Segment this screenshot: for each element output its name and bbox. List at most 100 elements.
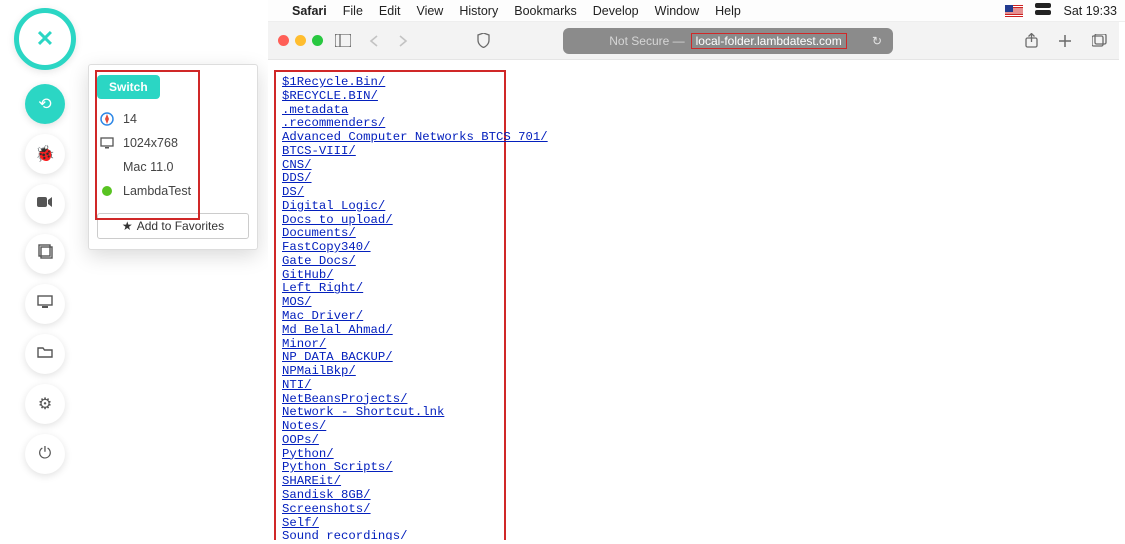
dir-link[interactable]: Python/ — [282, 448, 498, 462]
dir-link[interactable]: NetBeansProjects/ — [282, 393, 498, 407]
dir-link[interactable]: Sound recordings/ — [282, 530, 498, 540]
folder-icon — [37, 345, 53, 363]
os-row: Mac 11.0 — [97, 155, 249, 179]
dir-link[interactable]: Minor/ — [282, 338, 498, 352]
switch-config-button[interactable]: ⟲ — [25, 84, 65, 124]
gallery-button[interactable] — [25, 234, 65, 274]
power-icon: ⏻ — [39, 445, 52, 463]
resolution-icon — [99, 137, 115, 149]
menu-file[interactable]: File — [343, 4, 363, 18]
menubar-app-name[interactable]: Safari — [292, 4, 327, 18]
menu-history[interactable]: History — [459, 4, 498, 18]
menubar-clock[interactable]: Sat 19:33 — [1063, 4, 1117, 18]
menu-help[interactable]: Help — [715, 4, 741, 18]
dir-link[interactable]: NPMailBkp/ — [282, 365, 498, 379]
minimize-window-dot[interactable] — [295, 35, 306, 46]
end-session-button[interactable]: ⏻ — [25, 434, 65, 474]
menu-view[interactable]: View — [416, 4, 443, 18]
zoom-window-dot[interactable] — [312, 35, 323, 46]
dir-link[interactable]: NTI/ — [282, 379, 498, 393]
control-center-icon[interactable] — [1035, 3, 1051, 18]
left-tool-rail: ✕ ⟲ 🐞 ⚙ ⏻ — [0, 0, 90, 544]
menu-window[interactable]: Window — [655, 4, 699, 18]
close-window-dot[interactable] — [278, 35, 289, 46]
dir-link[interactable]: Sandisk 8GB/ — [282, 489, 498, 503]
browser-version-value: 14 — [123, 112, 137, 126]
status-indicator-icon — [99, 186, 115, 196]
dir-link[interactable]: $1Recycle.Bin/ — [282, 76, 498, 90]
gallery-icon — [38, 244, 53, 264]
dir-link[interactable]: OOPs/ — [282, 434, 498, 448]
gear-icon: ⚙ — [38, 394, 52, 414]
window-traffic-lights[interactable] — [278, 35, 323, 46]
safari-window: Not Secure — local-folder.lambdatest.com… — [268, 22, 1119, 540]
safari-icon — [99, 112, 115, 126]
dir-link[interactable]: DDS/ — [282, 172, 498, 186]
close-session-button[interactable]: ✕ — [14, 8, 76, 70]
provider-row: LambdaTest — [97, 179, 249, 203]
dir-link[interactable]: Documents/ — [282, 227, 498, 241]
not-secure-label: Not Secure — — [609, 34, 684, 48]
sidebar-toggle-button[interactable] — [333, 31, 353, 51]
browser-version-row: 14 — [97, 107, 249, 131]
dir-link[interactable]: BTCS-VIII/ — [282, 145, 498, 159]
input-source-flag-icon[interactable] — [1005, 5, 1023, 17]
monitor-icon — [37, 295, 53, 314]
dir-link[interactable]: SHAREit/ — [282, 475, 498, 489]
bug-report-button[interactable]: 🐞 — [25, 134, 65, 174]
share-button[interactable] — [1021, 31, 1041, 51]
settings-button[interactable]: ⚙ — [25, 384, 65, 424]
menu-edit[interactable]: Edit — [379, 4, 401, 18]
nav-forward-button[interactable] — [393, 31, 413, 51]
dir-link[interactable]: GitHub/ — [282, 269, 498, 283]
tab-overview-button[interactable] — [1089, 31, 1109, 51]
video-record-button[interactable] — [25, 184, 65, 224]
devtools-button[interactable] — [25, 284, 65, 324]
dir-link[interactable]: Docs to upload/ — [282, 214, 498, 228]
dir-link[interactable]: Network - Shortcut.lnk — [282, 406, 498, 420]
dir-link[interactable]: Python Scripts/ — [282, 461, 498, 475]
dir-link[interactable]: Screenshots/ — [282, 503, 498, 517]
favorites-label: Add to Favorites — [137, 219, 224, 233]
safari-toolbar: Not Secure — local-folder.lambdatest.com… — [268, 22, 1119, 60]
provider-value: LambdaTest — [123, 184, 191, 198]
add-to-favorites-button[interactable]: ★ Add to Favorites — [97, 213, 249, 239]
address-bar[interactable]: Not Secure — local-folder.lambdatest.com… — [563, 28, 893, 54]
dir-link[interactable]: MOS/ — [282, 296, 498, 310]
dir-link[interactable]: Notes/ — [282, 420, 498, 434]
dir-link[interactable]: Advanced Computer Networks BTCS 701/ — [282, 131, 498, 145]
privacy-shield-button[interactable] — [473, 31, 493, 51]
dir-link[interactable]: DS/ — [282, 186, 498, 200]
reload-button[interactable]: ↻ — [867, 31, 887, 51]
dir-link[interactable]: Digital Logic/ — [282, 200, 498, 214]
dir-link[interactable]: .recommenders/ — [282, 117, 498, 131]
new-tab-button[interactable] — [1055, 31, 1075, 51]
resolution-row: 1024x768 — [97, 131, 249, 155]
video-icon — [37, 195, 53, 213]
dir-link[interactable]: $RECYCLE.BIN/ — [282, 90, 498, 104]
close-icon: ✕ — [36, 26, 54, 52]
os-value: Mac 11.0 — [123, 160, 174, 174]
address-domain: local-folder.lambdatest.com — [691, 33, 847, 49]
bug-icon: 🐞 — [35, 144, 55, 164]
session-config-panel: Switch 14 1024x768 Mac 11.0 LambdaTest ★… — [88, 64, 258, 250]
dir-link[interactable]: Mac Driver/ — [282, 310, 498, 324]
directory-listing: $1Recycle.Bin/$RECYCLE.BIN/.metadata.rec… — [274, 70, 506, 540]
dir-link[interactable]: FastCopy340/ — [282, 241, 498, 255]
files-button[interactable] — [25, 334, 65, 374]
refresh-swap-icon: ⟲ — [38, 94, 51, 114]
dir-link[interactable]: Self/ — [282, 517, 498, 531]
dir-link[interactable]: .metadata — [282, 104, 498, 118]
menu-develop[interactable]: Develop — [593, 4, 639, 18]
safari-content[interactable]: $1Recycle.Bin/$RECYCLE.BIN/.metadata.rec… — [268, 60, 1119, 540]
switch-button[interactable]: Switch — [97, 75, 160, 99]
dir-link[interactable]: Md Belal Ahmad/ — [282, 324, 498, 338]
dir-link[interactable]: CNS/ — [282, 159, 498, 173]
dir-link[interactable]: NP DATA BACKUP/ — [282, 351, 498, 365]
resolution-value: 1024x768 — [123, 136, 178, 150]
dir-link[interactable]: Gate Docs/ — [282, 255, 498, 269]
star-icon: ★ — [122, 219, 133, 233]
dir-link[interactable]: Left Right/ — [282, 282, 498, 296]
nav-back-button[interactable] — [363, 31, 383, 51]
menu-bookmarks[interactable]: Bookmarks — [514, 4, 577, 18]
